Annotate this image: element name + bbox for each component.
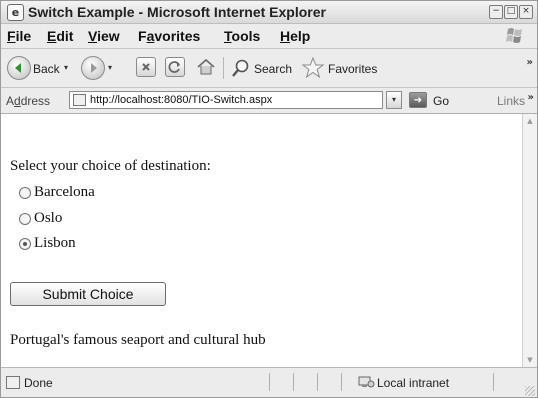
intranet-zone-icon xyxy=(358,376,375,388)
status-text: Done xyxy=(24,376,53,390)
minimize-button[interactable]: − xyxy=(489,5,503,19)
menu-file-rest: ile xyxy=(15,28,32,44)
back-button-label[interactable]: Back xyxy=(33,62,60,76)
destination-prompt: Select your choice of destination: xyxy=(10,158,211,174)
page-content: Select your choice of destination: Barce… xyxy=(1,114,522,367)
toolbar-overflow-chevron-icon[interactable]: » xyxy=(527,57,533,68)
stop-glyph xyxy=(142,63,150,71)
menu-file-accesskey: F xyxy=(7,28,16,44)
go-button-label[interactable]: Go xyxy=(433,94,449,108)
menu-edit-accesskey: E xyxy=(47,28,57,44)
status-separator xyxy=(317,373,318,391)
scroll-down-icon[interactable]: ▼ xyxy=(523,353,537,367)
menu-view-rest: iew xyxy=(97,28,120,44)
status-separator xyxy=(269,373,270,391)
menu-help[interactable]: Help xyxy=(280,28,310,44)
menu-help-accesskey: H xyxy=(280,28,291,44)
status-separator xyxy=(493,373,494,391)
ie-icon[interactable]: e xyxy=(7,4,24,21)
stop-icon[interactable] xyxy=(136,57,156,77)
windows-logo-icon xyxy=(506,28,522,43)
back-dropdown-icon[interactable]: ▾ xyxy=(64,63,68,72)
magnifier-icon[interactable] xyxy=(231,58,251,78)
radio-label[interactable]: Lisbon xyxy=(34,235,76,252)
address-input[interactable]: http://localhost:8080/TIO-Switch.aspx xyxy=(69,91,383,109)
forward-arrow-glyph xyxy=(91,63,97,73)
menu-view-accesskey: V xyxy=(88,28,98,44)
scroll-up-icon[interactable]: ▲ xyxy=(523,114,537,128)
links-label[interactable]: Links xyxy=(497,94,525,108)
menu-favorites-prefix: F xyxy=(138,28,147,44)
window-title: Switch Example - Microsoft Internet Expl… xyxy=(28,4,326,20)
address-label-rest: dress xyxy=(20,94,51,108)
radio-label[interactable]: Oslo xyxy=(34,210,62,227)
forward-arrow-icon[interactable] xyxy=(81,56,105,80)
menu-view[interactable]: View xyxy=(88,28,120,44)
address-label: Address xyxy=(6,94,50,108)
address-dropdown-icon[interactable]: ▾ xyxy=(386,91,402,109)
home-icon[interactable] xyxy=(195,57,215,77)
menu-tools-accesskey: T xyxy=(224,28,232,44)
menu-file[interactable]: File xyxy=(7,28,31,44)
menu-help-rest: elp xyxy=(290,28,311,44)
title-bar: e Switch Example - Microsoft Internet Ex… xyxy=(1,1,537,24)
address-label-accesskey: d xyxy=(14,94,21,108)
maximize-button[interactable]: □ xyxy=(504,5,518,19)
back-arrow-icon[interactable] xyxy=(7,56,31,80)
resize-grip-icon[interactable] xyxy=(525,386,535,396)
result-description: Portugal's famous seaport and cultural h… xyxy=(10,332,266,348)
submit-choice-button[interactable]: Submit Choice xyxy=(10,282,166,306)
home-glyph xyxy=(197,58,215,75)
star-icon[interactable] xyxy=(301,56,325,80)
radio-selected-dot xyxy=(23,242,27,246)
status-bar: Done Local intranet xyxy=(1,367,537,397)
menu-bar: File Edit View Favorites Tools Help xyxy=(1,24,537,49)
menu-tools[interactable]: Tools xyxy=(224,28,260,44)
security-zone-text: Local intranet xyxy=(377,376,450,390)
address-url[interactable]: http://localhost:8080/TIO-Switch.aspx xyxy=(90,94,272,106)
refresh-glyph xyxy=(168,61,180,73)
toolbar-separator xyxy=(223,57,224,79)
radio-button[interactable] xyxy=(19,187,31,199)
search-button-label[interactable]: Search xyxy=(254,62,292,76)
address-bar: Address http://localhost:8080/TIO-Switch… xyxy=(1,88,537,114)
radio-button[interactable] xyxy=(19,213,31,225)
links-overflow-chevron-icon[interactable]: » xyxy=(528,92,534,103)
menu-tools-rest: ools xyxy=(231,28,261,44)
status-separator xyxy=(293,373,294,391)
refresh-icon[interactable] xyxy=(165,57,185,77)
menu-edit[interactable]: Edit xyxy=(47,28,73,44)
page-status-icon xyxy=(6,376,20,389)
go-arrow-icon[interactable]: ➜ xyxy=(409,92,427,108)
status-separator xyxy=(341,373,342,391)
toolbar: Back ▾ ▾ Search Favorites » xyxy=(1,49,537,88)
close-button[interactable]: × xyxy=(519,5,533,19)
browser-window: e Switch Example - Microsoft Internet Ex… xyxy=(0,0,538,398)
menu-favorites[interactable]: Favorites xyxy=(138,28,200,44)
radio-button-selected[interactable] xyxy=(19,238,31,250)
menu-favorites-rest: vorites xyxy=(154,28,201,44)
menu-edit-rest: dit xyxy=(56,28,74,44)
vertical-scrollbar[interactable]: ▲ ▼ xyxy=(522,114,537,367)
page-icon xyxy=(73,94,86,106)
address-label-prefix: A xyxy=(6,94,15,108)
forward-dropdown-icon[interactable]: ▾ xyxy=(108,63,112,72)
radio-label[interactable]: Barcelona xyxy=(34,184,95,201)
favorites-button-label[interactable]: Favorites xyxy=(328,62,377,76)
back-arrow-glyph xyxy=(15,63,21,73)
